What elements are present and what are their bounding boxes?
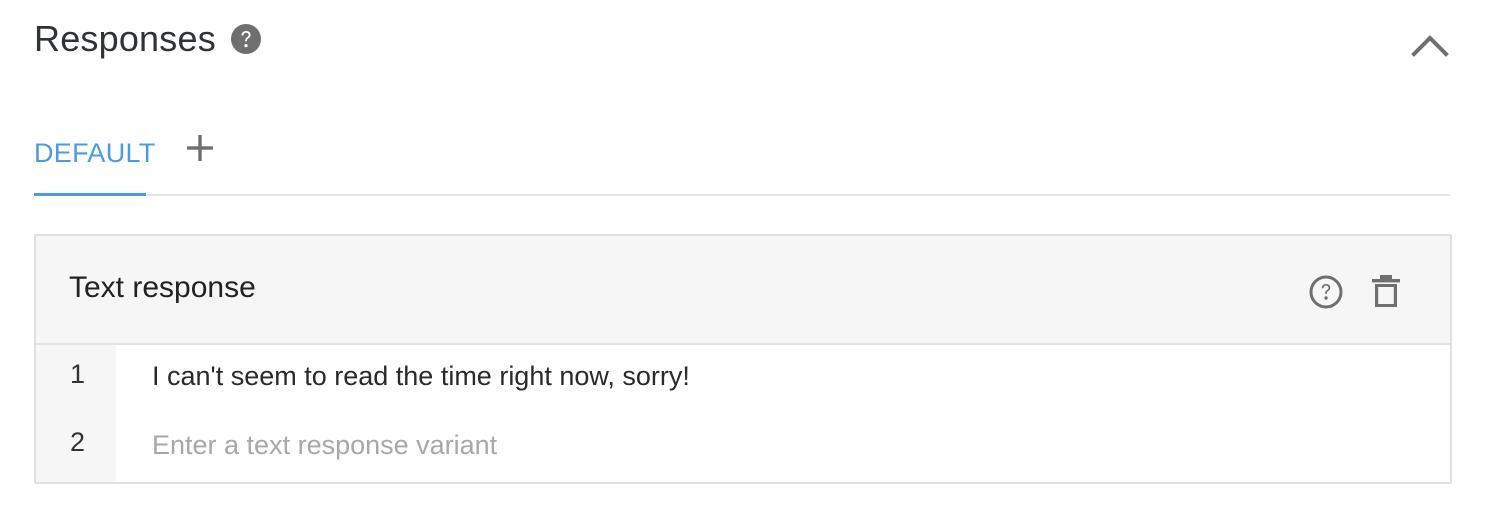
card-title: Text response [69, 271, 256, 304]
row-number: 2 [70, 427, 86, 457]
response-tabs: DEFAULT [34, 124, 1450, 196]
plus-icon[interactable] [184, 132, 216, 164]
trash-icon[interactable] [1368, 272, 1404, 310]
section-title: Responses [34, 18, 216, 59]
response-variant-input[interactable] [150, 423, 1352, 467]
responses-panel: Responses DEFAULT Text response 1 I can'… [0, 0, 1498, 506]
tab-default-label: DEFAULT [34, 138, 156, 168]
card-header: Text response [36, 236, 1450, 345]
response-row: 2 [36, 413, 1450, 481]
tab-default[interactable]: DEFAULT [34, 124, 155, 196]
responses-header: Responses [34, 16, 1450, 66]
chevron-up-icon[interactable] [1410, 26, 1450, 66]
row-number: 1 [70, 359, 86, 389]
help-filled-icon[interactable] [230, 23, 262, 55]
active-tab-indicator [34, 193, 146, 196]
response-row: 1 I can't seem to read the time right no… [36, 345, 1450, 413]
text-response-card: Text response 1 I can't seem to read the… [34, 234, 1452, 484]
response-text[interactable]: I can't seem to read the time right now,… [152, 361, 690, 392]
response-rows: 1 I can't seem to read the time right no… [36, 345, 1450, 482]
help-outline-icon[interactable] [1308, 274, 1344, 310]
